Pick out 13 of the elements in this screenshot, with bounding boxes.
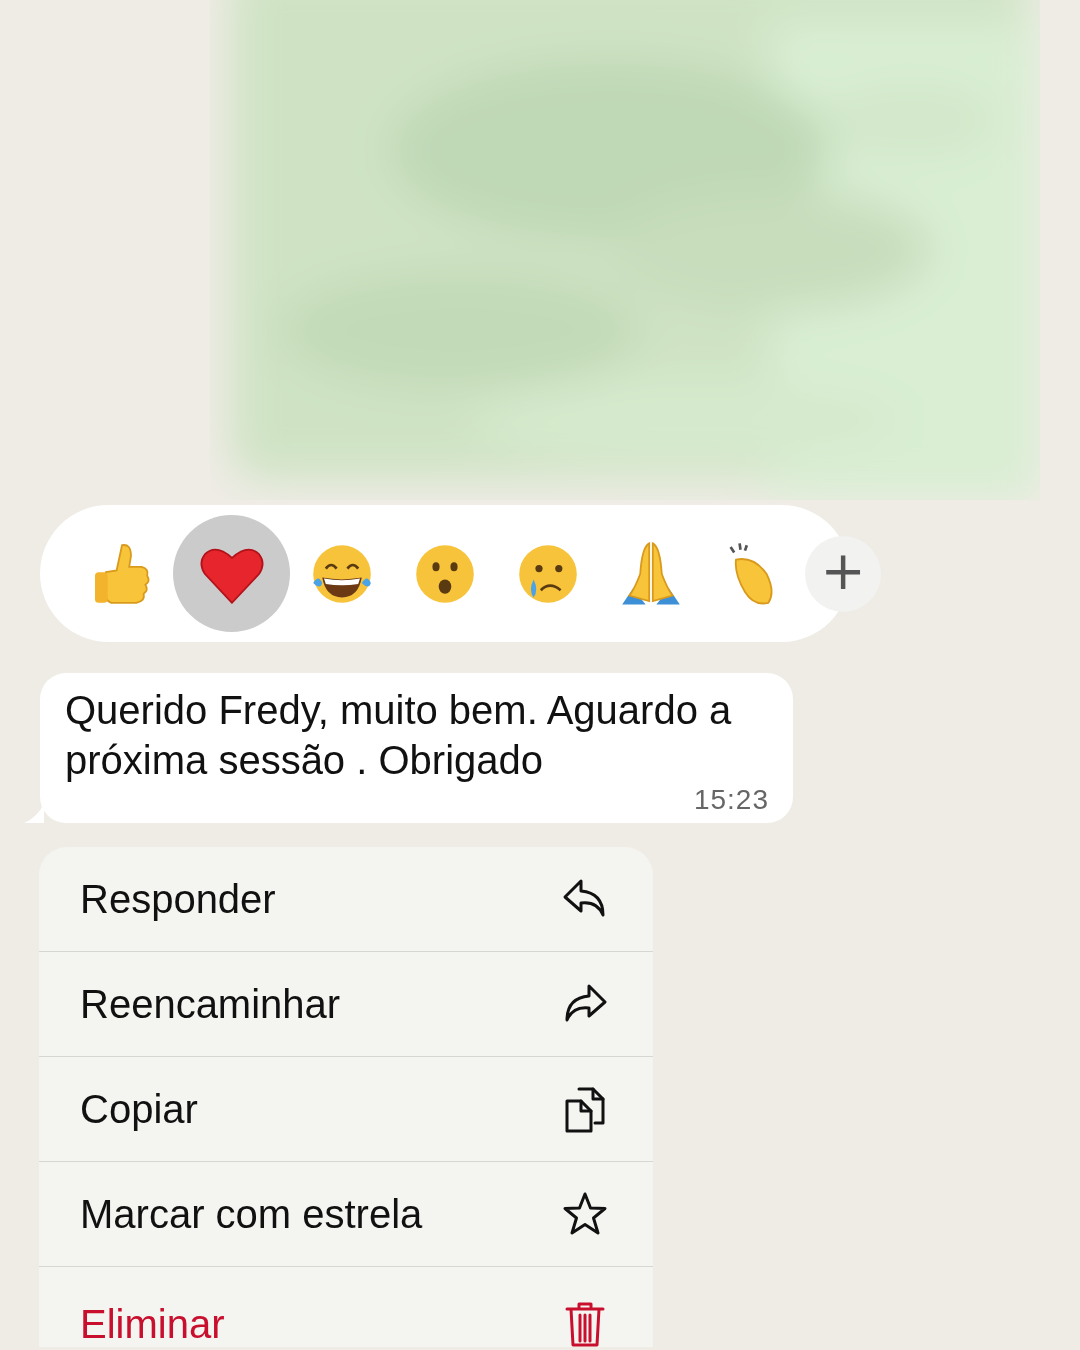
add-reaction-button[interactable]: + (805, 535, 881, 612)
menu-item-label: Copiar (80, 1086, 198, 1132)
menu-item[interactable]: Responder (39, 847, 653, 952)
menu-item-label: Marcar com estrela (80, 1191, 423, 1237)
menu-item-label: Reencaminhar (80, 981, 341, 1027)
menu-item-label: Eliminar (80, 1302, 225, 1347)
menu-item-label: Responder (80, 876, 276, 922)
menu-item[interactable]: Eliminar (39, 1267, 653, 1347)
menu-item[interactable]: Copiar (39, 1057, 653, 1162)
menu-item[interactable]: Reencaminhar (39, 952, 653, 1057)
message-text: Querido Fredy, muito bem. Aguardo a próxima sessão . Obrigado (65, 687, 733, 784)
menu-item[interactable]: Marcar com estrela (39, 1162, 653, 1267)
message-time: 15:23 (693, 785, 769, 815)
